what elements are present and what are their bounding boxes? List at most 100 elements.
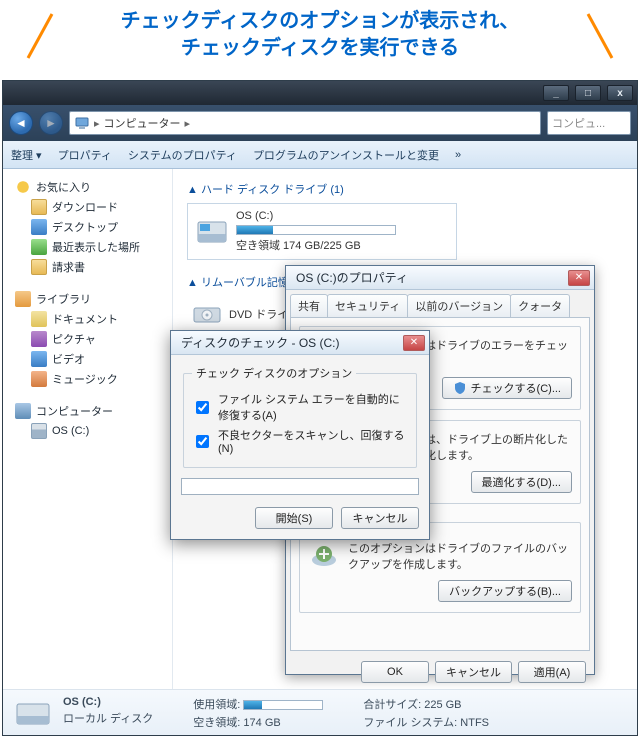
check-disk-options: チェック ディスクのオプション ファイル システム エラーを自動的に修復する(A… (183, 365, 417, 468)
toolbar-system-properties[interactable]: システムのプロパティ (128, 147, 237, 163)
properties-dialog-titlebar[interactable]: OS (C:)のプロパティ ✕ (286, 266, 594, 290)
nav-forward-button[interactable]: ► (39, 111, 63, 135)
address-bar[interactable]: ▸ コンピューター ▸ (69, 111, 541, 135)
dvd-drive-icon (193, 302, 221, 326)
toolbar-more[interactable]: » (455, 149, 461, 161)
annotation-slash-left-icon (18, 10, 60, 62)
tab-sharing[interactable]: 共有 (290, 294, 328, 317)
check-disk-progress (181, 478, 419, 495)
properties-dialog-title: OS (C:)のプロパティ (296, 269, 408, 286)
folder-icon (31, 199, 47, 215)
recent-icon (31, 239, 47, 255)
tree-osc[interactable]: OS (C:) (3, 421, 172, 441)
explorer-toolbar: 整理 ▾ プロパティ システムのプロパティ プログラムのアンインストールと変更 … (3, 141, 637, 169)
check-disk-titlebar[interactable]: ディスクのチェック - OS (C:) ✕ (171, 331, 429, 355)
drive-icon (31, 423, 47, 439)
annotation-slash-right-icon (580, 10, 622, 62)
pictures-icon (31, 331, 47, 347)
search-input[interactable]: コンピュ... (547, 111, 631, 135)
star-icon (15, 179, 31, 195)
check-disk-dialog: ディスクのチェック - OS (C:) ✕ チェック ディスクのオプション ファ… (170, 330, 430, 540)
details-used-label: 使用領域: (193, 699, 240, 711)
capacity-bar (236, 225, 396, 235)
tree-desktop[interactable]: デスクトップ (3, 217, 172, 237)
drive-name: OS (C:) (236, 210, 396, 222)
properties-cancel-button[interactable]: キャンセル (435, 661, 512, 683)
properties-footer: OK キャンセル 適用(A) (286, 655, 594, 689)
defrag-button[interactable]: 最適化する(D)... (471, 471, 572, 493)
check-option-fix-checkbox[interactable] (196, 401, 209, 414)
shield-icon (453, 381, 467, 395)
maximize-button[interactable]: □ (575, 85, 601, 101)
details-free-value: 174 GB (243, 717, 280, 729)
breadcrumb-chevron-icon: ▸ (94, 117, 100, 130)
breadcrumb-computer[interactable]: コンピューター (104, 115, 181, 131)
videos-icon (31, 351, 47, 367)
properties-ok-button[interactable]: OK (361, 661, 429, 683)
details-total-value: 225 GB (424, 699, 461, 711)
backup-button[interactable]: バックアップする(B)... (438, 580, 572, 602)
tree-pictures[interactable]: ピクチャ (3, 329, 172, 349)
drive-free-text: 空き領域 174 GB/225 GB (236, 237, 396, 253)
breadcrumb-chevron-icon: ▸ (185, 117, 191, 130)
tree-downloads[interactable]: ダウンロード (3, 197, 172, 217)
details-fs-value: NTFS (460, 717, 489, 729)
computer-icon (15, 403, 31, 419)
details-free-label: 空き領域: (193, 717, 240, 729)
check-disk-options-legend: チェック ディスクのオプション (192, 365, 356, 381)
properties-apply-button[interactable]: 適用(A) (518, 661, 586, 683)
drive-icon (15, 698, 51, 728)
group-header-hdd[interactable]: ▲ ハード ディスク ドライブ (1) (187, 179, 623, 203)
navigation-tree: お気に入り ダウンロード デスクトップ 最近表示した場所 請求書 ライブラリ ド… (3, 169, 173, 689)
check-disk-cancel-button[interactable]: キャンセル (341, 507, 419, 529)
details-fs-label: ファイル システム: (363, 717, 457, 729)
properties-close-button[interactable]: ✕ (568, 270, 590, 286)
address-row: ◄ ► ▸ コンピューター ▸ コンピュ... (3, 105, 637, 141)
computer-icon (74, 115, 90, 131)
check-option-fix[interactable]: ファイル システム エラーを自動的に修復する(A) (192, 389, 408, 425)
search-placeholder: コンピュ... (552, 115, 605, 131)
annotation-header: チェックディスクのオプションが表示され、 チェックディスクを実行できる (0, 0, 640, 80)
folder-icon (31, 259, 47, 275)
properties-tabs: 共有 セキュリティ 以前のバージョン クォータ (286, 290, 594, 317)
documents-icon (31, 311, 47, 327)
check-option-scan-checkbox[interactable] (196, 435, 209, 448)
details-drive-type: ローカル ディスク (63, 710, 153, 726)
tab-quota[interactable]: クォータ (510, 294, 570, 317)
tree-documents[interactable]: ドキュメント (3, 309, 172, 329)
check-disk-start-button[interactable]: 開始(S) (255, 507, 333, 529)
nav-back-button[interactable]: ◄ (9, 111, 33, 135)
details-used-bar (243, 700, 323, 710)
drive-icon (196, 218, 228, 246)
tree-computer[interactable]: コンピューター (3, 401, 172, 421)
tree-videos[interactable]: ビデオ (3, 349, 172, 369)
tab-previous[interactable]: 以前のバージョン (407, 294, 511, 317)
music-icon (31, 371, 47, 387)
check-option-scan[interactable]: 不良セクターをスキャンし、回復する(N) (192, 425, 408, 457)
toolbar-uninstall-programs[interactable]: プログラムのアンインストールと変更 (253, 147, 439, 163)
details-total-label: 合計サイズ: (363, 699, 421, 711)
minimize-button[interactable]: _ (543, 85, 569, 101)
annotation-line2: チェックディスクを実行できる (181, 37, 459, 59)
check-disk-close-button[interactable]: ✕ (403, 335, 425, 351)
libraries-icon (15, 291, 31, 307)
toolbar-properties[interactable]: プロパティ (58, 147, 112, 163)
desktop-icon (31, 219, 47, 235)
tree-libraries[interactable]: ライブラリ (3, 289, 172, 309)
close-button[interactable]: x (607, 85, 633, 101)
backup-icon (308, 540, 340, 572)
tree-recent[interactable]: 最近表示した場所 (3, 237, 172, 257)
backup-text: このオプションはドライブのファイルのバックアップを作成します。 (348, 540, 572, 572)
check-disk-title: ディスクのチェック - OS (C:) (181, 334, 340, 351)
toolbar-organize[interactable]: 整理 ▾ (11, 147, 42, 163)
tree-invoices[interactable]: 請求書 (3, 257, 172, 277)
details-drive-name: OS (C:) (63, 696, 101, 708)
annotation-title: チェックディスクのオプションが表示され、 チェックディスクを実行できる (10, 8, 630, 62)
details-pane: OS (C:) ローカル ディスク 使用領域: 空き領域: 174 GB 合計サ… (3, 689, 637, 735)
tab-security[interactable]: セキュリティ (327, 294, 408, 317)
drive-tile-osc[interactable]: OS (C:) 空き領域 174 GB/225 GB (187, 203, 457, 260)
tree-music[interactable]: ミュージック (3, 369, 172, 389)
check-now-button[interactable]: チェックする(C)... (442, 377, 572, 399)
tree-favorites[interactable]: お気に入り (3, 177, 172, 197)
window-titlebar[interactable]: _ □ x (3, 81, 637, 105)
